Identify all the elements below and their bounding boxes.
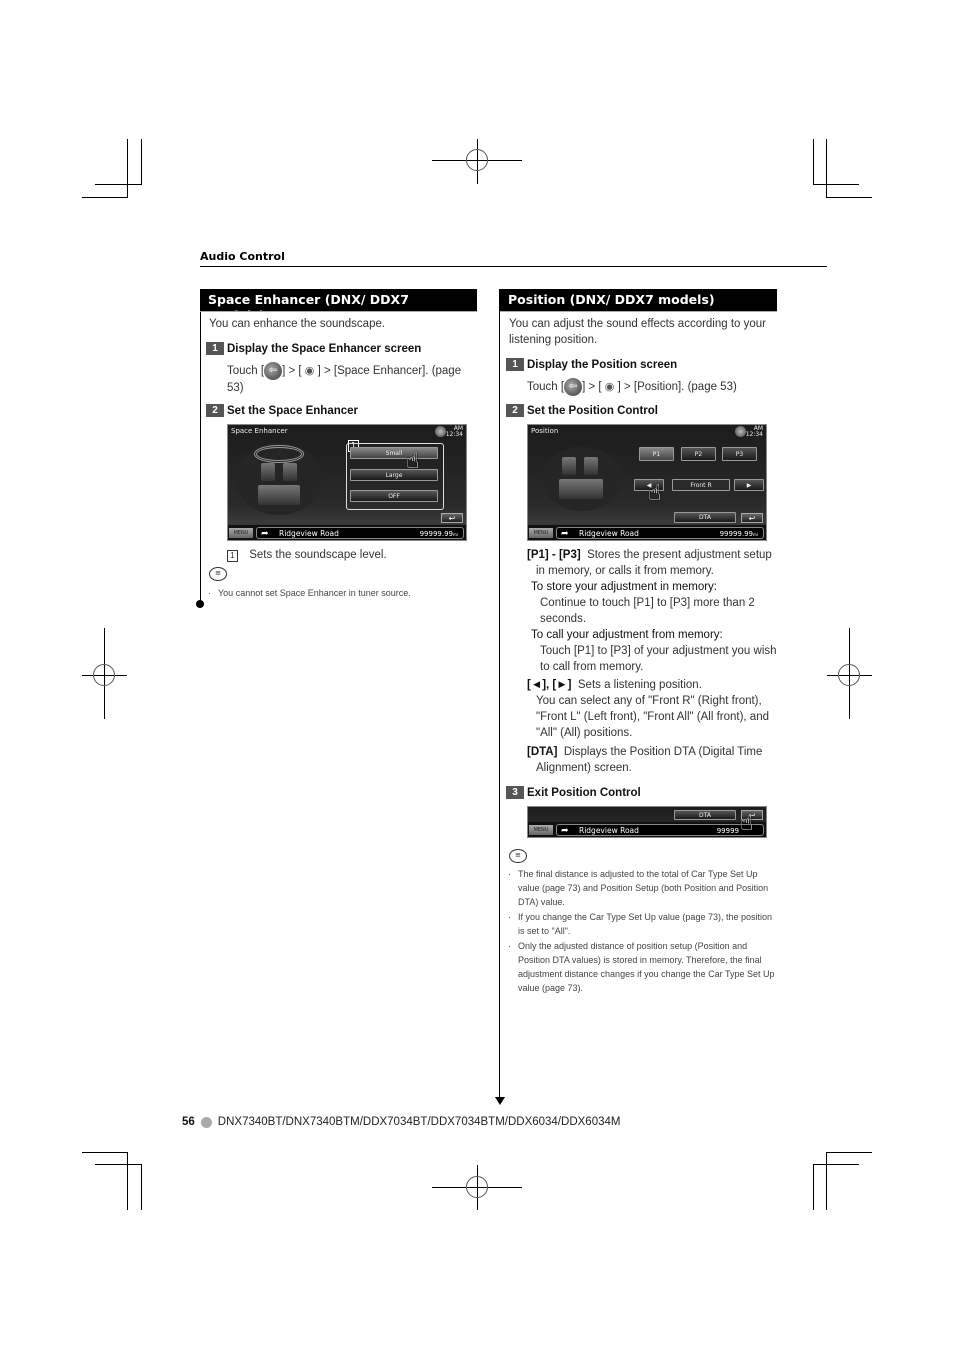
- space-enhancer-intro: You can enhance the soundscape.: [209, 318, 386, 330]
- back-menu-icon[interactable]: [735, 426, 746, 437]
- back-menu-icon[interactable]: ⇦: [564, 378, 583, 396]
- preset-p3-button[interactable]: P3: [722, 447, 757, 461]
- page-number: 56: [182, 1116, 195, 1128]
- step-3: 3 Exit Position Control: [506, 786, 641, 799]
- page-footer: 56 DNX7340BT/DNX7340BTM/DDX7034BT/DDX703…: [182, 1116, 620, 1128]
- seat-diagram: [236, 443, 322, 515]
- space-enhancer-notes: · You cannot set Space Enhancer in tuner …: [208, 588, 411, 598]
- menu-button[interactable]: MENU: [529, 825, 553, 835]
- return-button[interactable]: ↩: [741, 513, 763, 523]
- sound-wave-icon: [254, 445, 304, 463]
- screen-title: Space Enhancer: [231, 427, 288, 435]
- preset-p2-button[interactable]: P2: [681, 447, 716, 461]
- return-button[interactable]: ↩: [441, 513, 463, 523]
- model-list: DNX7340BT/DNX7340BTM/DDX7034BT/DDX7034BT…: [217, 1116, 621, 1128]
- position-title: Position (DNX/ DDX7 models): [500, 289, 777, 311]
- step-2: 2 Set the Position Control: [506, 404, 658, 417]
- clock: AM 12:34: [445, 425, 463, 438]
- step-1-instruction: Touch [⇦] > [◉] > [Position]. (page 53): [527, 378, 777, 396]
- step-1: 1 Display the Space Enhancer screen: [206, 342, 421, 355]
- position-notes: · The final distance is adjusted to the t…: [508, 869, 775, 993]
- menu-button[interactable]: MENU: [229, 528, 253, 538]
- turn-right-icon: ➦: [561, 826, 569, 836]
- off-button[interactable]: OFF: [350, 490, 438, 502]
- space-enhancer-screen: Space Enhancer AM 12:34 1 Small Large OFF…: [227, 424, 467, 541]
- step-1: 1 Display the Position screen: [506, 358, 677, 371]
- turn-right-icon: ➦: [261, 529, 269, 539]
- seat-diagram: [542, 447, 622, 511]
- back-menu-icon[interactable]: [435, 426, 446, 437]
- section-label: Audio Control: [200, 250, 285, 263]
- clock: AM 12:34: [745, 425, 763, 438]
- step-2: 2 Set the Space Enhancer: [206, 404, 358, 417]
- column-end-arrow: [495, 1097, 505, 1105]
- menu-button[interactable]: MENU: [529, 528, 553, 538]
- navigation-field[interactable]: ➦ Ridgeview Road 99999.99mi: [256, 527, 464, 539]
- position-screen: Position AM 12:34 P1 P2 P3 ◀ Front R ▶ ☝ …: [527, 424, 767, 541]
- small-button[interactable]: Small: [350, 447, 438, 459]
- touch-hand-icon: ☝: [648, 481, 662, 506]
- callout-description: 1 Sets the soundscape level.: [227, 547, 387, 563]
- status-bar: MENU ➦ Ridgeview Road 99999: [528, 822, 766, 837]
- step-1-instruction: Touch [⇦] > [◉] > [Space Enhancer]. (pag…: [227, 362, 472, 396]
- turn-right-icon: ➦: [561, 529, 569, 539]
- navigation-field[interactable]: ➦ Ridgeview Road 99999.99mi: [556, 527, 764, 539]
- column-rule-left: [200, 311, 201, 604]
- step-title: Display the Space Enhancer screen: [227, 342, 422, 355]
- space-enhancer-title: Space Enhancer (DNX/ DDX7 models): [200, 289, 477, 323]
- preset-p1-button[interactable]: P1: [639, 447, 674, 461]
- note-icon: ≡: [209, 567, 227, 581]
- separator-dot: [200, 1116, 212, 1128]
- position-value: Front R: [672, 479, 730, 491]
- large-button[interactable]: Large: [350, 469, 438, 481]
- step-number: 1: [206, 342, 224, 355]
- exit-screen: DTA ↩ MENU ➦ Ridgeview Road 99999 ☝: [527, 806, 767, 838]
- column-rule-right: [499, 289, 500, 1097]
- note-icon: ≡: [509, 849, 527, 863]
- status-bar: MENU ➦ Ridgeview Road 99999.99mi: [228, 525, 466, 540]
- column-end-dot: [196, 600, 204, 608]
- dta-button[interactable]: DTA: [674, 810, 736, 820]
- touch-hand-icon: ☝: [406, 449, 420, 474]
- status-bar: MENU ➦ Ridgeview Road 99999.99mi: [528, 525, 766, 540]
- touch-hand-icon: ☝: [740, 811, 754, 836]
- audio-control-icon[interactable]: ◉: [302, 363, 318, 379]
- screen-title: Position: [531, 427, 559, 435]
- position-intro: You can adjust the sound effects accordi…: [509, 318, 767, 346]
- dta-button[interactable]: DTA: [674, 512, 736, 523]
- position-next-button[interactable]: ▶: [734, 479, 764, 491]
- navigation-field[interactable]: ➦ Ridgeview Road 99999: [556, 824, 764, 836]
- back-menu-icon[interactable]: ⇦: [264, 362, 283, 380]
- audio-control-icon[interactable]: ◉: [602, 379, 618, 395]
- header-rule: [200, 266, 827, 267]
- position-descriptions: [P1] - [P3] Stores the present adjustmen…: [527, 549, 777, 774]
